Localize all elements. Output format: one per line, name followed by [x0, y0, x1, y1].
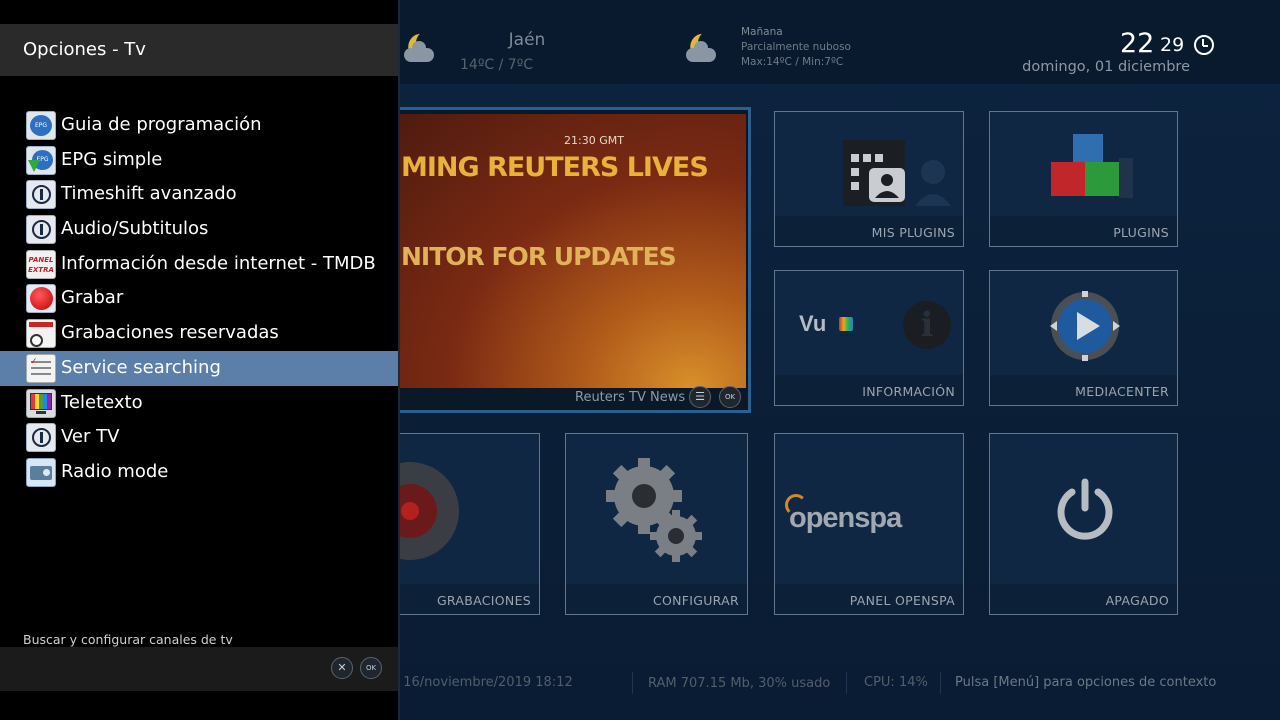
tile-label: CONFIGURAR	[652, 593, 739, 608]
menu-item-ver-tv[interactable]: Ver TV	[0, 420, 398, 455]
menu-item-radio-mode[interactable]: Radio mode	[0, 455, 398, 490]
status-divider	[846, 672, 847, 694]
weather-tomorrow-range: Max:14ºC / Min:7ºC	[741, 56, 844, 68]
ok-button[interactable]: OK	[719, 386, 741, 408]
panel-title: Opciones - Tv	[23, 39, 146, 60]
tile-label: PANEL OPENSPA	[849, 593, 955, 608]
close-button[interactable]: ✕	[331, 657, 353, 679]
tile-configurar[interactable]: CONFIGURAR	[565, 433, 748, 615]
menu-item-label: EPG simple	[61, 148, 163, 170]
panel-extra-icon: PANEL EXTRA	[26, 249, 56, 279]
gears-icon	[606, 458, 702, 562]
clock-hours: 22	[1120, 28, 1155, 59]
menu-item-teletexto[interactable]: Teletexto	[0, 386, 398, 421]
plugins-grid-icon	[843, 140, 951, 206]
menu-item-label: Información desde internet - TMDB	[61, 252, 376, 274]
menu-item-label: Guia de programación	[61, 114, 262, 135]
moon-cloud-icon	[686, 28, 730, 68]
power-icon	[1057, 478, 1113, 540]
menu-item-label: Timeshift avanzado	[61, 183, 237, 205]
tile-mis-plugins[interactable]: MIS PLUGINS	[774, 111, 964, 247]
menu-item-epg-simple[interactable]: EPG EPG simple	[0, 143, 398, 178]
status-date: , 16/noviembre/2019 18:12	[395, 675, 573, 690]
video-timestamp: 21:30 GMT	[564, 134, 624, 147]
plug-icon	[26, 423, 56, 453]
record-icon	[26, 284, 56, 314]
panel-footer: ✕ OK	[0, 647, 398, 691]
status-hint: Pulsa [Menú] para opciones de contexto	[955, 675, 1217, 690]
menu-item-label: Ver TV	[61, 426, 120, 448]
ok-button[interactable]: OK	[360, 657, 382, 679]
info-icon: i	[903, 301, 951, 349]
epg-download-icon: EPG	[26, 145, 56, 175]
menu-button[interactable]: ☰	[689, 386, 711, 408]
tile-panel-openspa[interactable]: openspa PANEL OPENSPA	[774, 433, 964, 615]
menu-item-label: Grabaciones reservadas	[61, 322, 279, 344]
tv-icon	[26, 388, 56, 418]
menu-item-label: Audio/Subtitulos	[61, 218, 209, 240]
tile-label: MIS PLUGINS	[871, 225, 955, 240]
menu-item-label: Radio mode	[61, 460, 169, 482]
status-divider	[632, 672, 633, 694]
options-panel: Opciones - Tv EPG Guia de programación E…	[0, 0, 400, 720]
menu-item-grabar[interactable]: Grabar	[0, 281, 398, 316]
clock-minutes: 29	[1160, 34, 1185, 56]
status-cpu: CPU: 14%	[864, 675, 928, 690]
tile-label: MEDIACENTER	[1075, 384, 1169, 399]
clock-icon	[1194, 35, 1214, 55]
menu-item-label: Service searching	[61, 356, 221, 378]
play-icon	[1050, 291, 1120, 361]
tile-plugins[interactable]: PLUGINS	[989, 111, 1178, 247]
menu-item-tmdb[interactable]: PANEL EXTRA Información desde internet -…	[0, 247, 398, 282]
weather-tomorrow-desc: Parcialmente nuboso	[741, 41, 851, 53]
tile-label: APAGADO	[1105, 593, 1169, 608]
vu-plus-icon	[839, 317, 853, 331]
tile-apagado[interactable]: APAGADO	[989, 433, 1178, 615]
menu-item-service-searching[interactable]: ✓ Service searching	[0, 350, 398, 386]
current-date: domingo, 01 diciembre	[1022, 59, 1190, 75]
panel-hint: Buscar y configurar canales de tv	[23, 632, 233, 647]
menu-item-grabaciones-reservadas[interactable]: Grabaciones reservadas	[0, 316, 398, 351]
menu-item-guia-programacion[interactable]: EPG Guia de programación	[0, 108, 398, 143]
video-preview[interactable]: 21:30 GMT MING REUTERS LIVES NITOR FOR U…	[370, 107, 751, 413]
video-headline-1: MING REUTERS LIVES	[401, 152, 709, 183]
radio-icon	[26, 457, 56, 487]
tile-label: INFORMACIÓN	[862, 384, 955, 399]
tile-label: GRABACIONES	[436, 593, 531, 608]
menu-item-timeshift[interactable]: Timeshift avanzado	[0, 177, 398, 212]
weather-temps: 14ºC / 7ºC	[460, 57, 534, 73]
weather-tomorrow-label: Mañana	[741, 26, 783, 38]
menu-item-audio-subtitulos[interactable]: Audio/Subtitulos	[0, 212, 398, 247]
menu-item-label: Teletexto	[61, 391, 143, 413]
moon-cloud-icon	[404, 28, 448, 68]
status-divider	[940, 672, 941, 694]
cubes-icon	[1051, 134, 1133, 198]
menu-item-label: Grabar	[61, 287, 124, 309]
checklist-icon: ✓	[26, 353, 56, 383]
epg-icon: EPG	[26, 111, 56, 140]
channel-name: Reuters TV News	[575, 390, 686, 405]
tile-label: PLUGINS	[1113, 225, 1169, 240]
video-headline-2: NITOR FOR UPDATES	[401, 242, 677, 271]
status-ram: RAM 707.15 Mb, 30% usado	[648, 676, 831, 691]
signal-icon	[785, 494, 807, 516]
plug-icon	[26, 180, 56, 210]
calendar-clock-icon	[26, 319, 56, 349]
vu-logo: Vu	[799, 311, 827, 336]
tile-informacion[interactable]: Vu i INFORMACIÓN	[774, 270, 964, 406]
weather-city: Jaén	[508, 30, 546, 50]
plug-icon	[26, 215, 56, 245]
tile-mediacenter[interactable]: MEDIACENTER	[989, 270, 1178, 406]
video-frame: 21:30 GMT MING REUTERS LIVES NITOR FOR U…	[381, 114, 746, 388]
options-menu: EPG Guia de programación EPG EPG simple …	[0, 108, 398, 490]
panel-title-bar: Opciones - Tv	[0, 24, 398, 76]
